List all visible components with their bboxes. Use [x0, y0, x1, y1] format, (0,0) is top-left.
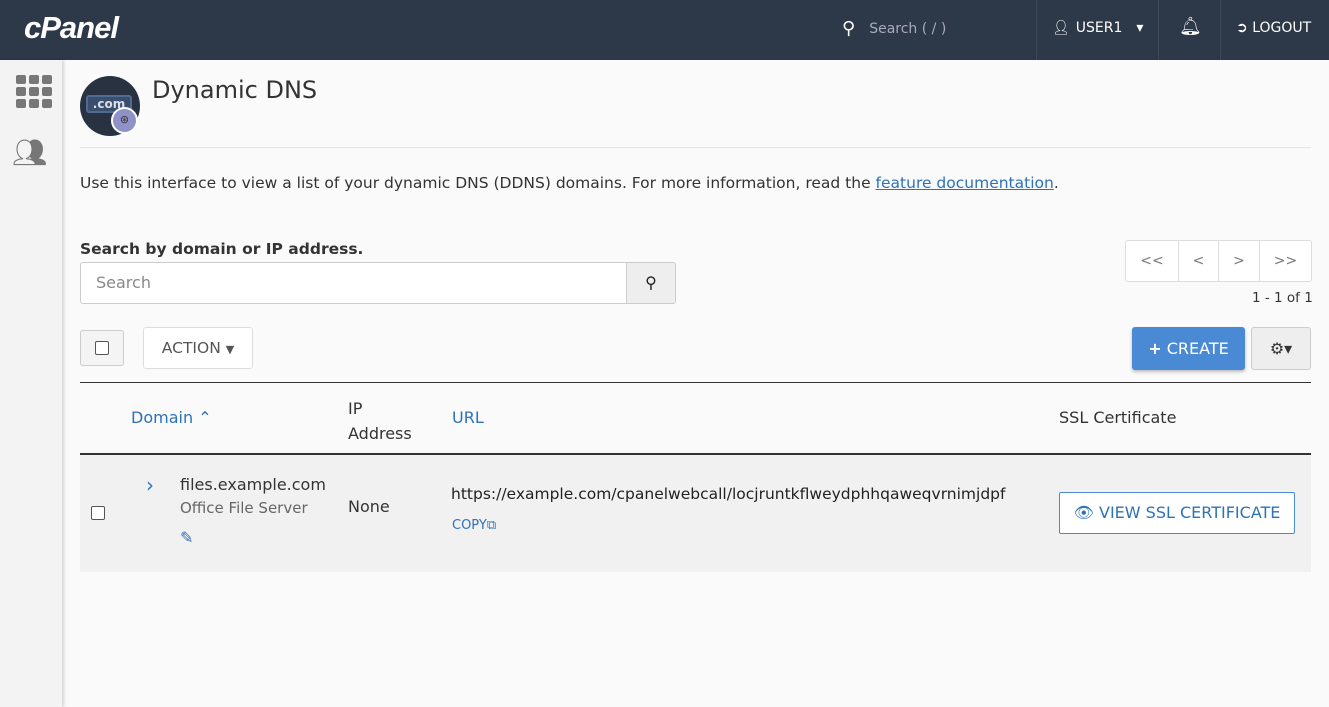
next-page-button[interactable]: >: [1218, 241, 1259, 281]
settings-dropdown[interactable]: ⚙▾: [1251, 327, 1311, 370]
dynamic-dns-icon: .com ⊛: [80, 76, 140, 136]
search-button[interactable]: ⚲: [626, 262, 676, 304]
description-end: .: [1054, 174, 1059, 192]
user-menu[interactable]: 👤︎ USER1 ▾: [1052, 20, 1143, 36]
caret-down-icon: ▾: [1136, 20, 1143, 36]
header-search-input[interactable]: Search ( / ): [869, 21, 946, 37]
domain-description: Office File Server: [180, 499, 308, 517]
logout-label: LOGOUT: [1252, 20, 1311, 36]
prev-page-button[interactable]: <: [1178, 241, 1218, 281]
divider: [1036, 0, 1037, 60]
checkbox[interactable]: [95, 341, 109, 355]
search-input[interactable]: Search: [80, 262, 627, 304]
ip-column-header: IP Address: [348, 396, 423, 446]
divider: [80, 147, 1311, 148]
eye-icon: 👁︎: [1074, 503, 1094, 522]
user-icon: 👤︎: [1052, 20, 1070, 36]
description-text: Use this interface to view a list of you…: [80, 174, 876, 192]
ssl-button-label: VIEW SSL CERTIFICATE: [1099, 503, 1280, 522]
action-dropdown[interactable]: ACTION ▼: [143, 327, 253, 369]
chevron-up-icon: ⌃: [198, 408, 211, 427]
expand-chevron-icon[interactable]: ›: [146, 473, 154, 497]
user-name: USER1: [1076, 20, 1123, 36]
first-page-button[interactable]: <<: [1126, 241, 1178, 281]
users-icon[interactable]: 👥︎: [12, 136, 48, 169]
domain-header-label: Domain: [131, 408, 193, 427]
search-label: Search by domain or IP address.: [80, 240, 363, 258]
pagination: << < > >>: [1125, 240, 1312, 282]
select-all-checkbox[interactable]: [80, 330, 124, 366]
row-checkbox[interactable]: [91, 506, 105, 520]
domain-column-header[interactable]: Domain ⌃: [131, 408, 212, 427]
cpanel-logo[interactable]: cPanel: [24, 10, 118, 46]
feature-documentation-link[interactable]: feature documentation: [876, 174, 1054, 192]
gear-icon: ⚙▾: [1270, 339, 1292, 358]
create-button[interactable]: + CREATE: [1132, 327, 1245, 370]
pencil-icon[interactable]: ✎: [180, 528, 193, 547]
action-label: ACTION: [162, 339, 221, 357]
page-info: 1 - 1 of 1: [1252, 290, 1313, 306]
logout-icon: ➲: [1236, 20, 1248, 36]
apps-grid-icon[interactable]: [16, 75, 52, 108]
ssl-column-header: SSL Certificate: [1059, 408, 1176, 427]
copy-label: COPY: [452, 518, 487, 533]
url-column-header[interactable]: URL: [452, 408, 484, 427]
router-icon: ⊛: [111, 107, 138, 134]
table-header: Domain ⌃ IP Address URL SSL Certificate: [80, 382, 1311, 455]
divider: [1158, 0, 1159, 60]
search-icon: ⚲: [645, 273, 657, 292]
view-ssl-certificate-button[interactable]: 👁︎ VIEW SSL CERTIFICATE: [1059, 492, 1295, 534]
copy-button[interactable]: COPY⧉: [452, 518, 496, 533]
logout-button[interactable]: ➲ LOGOUT: [1236, 20, 1311, 36]
copy-icon: ⧉: [487, 518, 496, 533]
ddns-url: https://example.com/cpanelwebcall/locjru…: [451, 485, 1005, 503]
search-icon: ⚲: [842, 18, 855, 39]
ip-address: None: [348, 497, 390, 516]
domain-name: files.example.com: [180, 475, 326, 494]
bell-icon[interactable]: 🔔︎: [1179, 16, 1202, 37]
caret-down-icon: ▼: [226, 343, 234, 356]
top-header: cPanel ⚲ Search ( / ) 👤︎ USER1 ▾ 🔔︎ ➲ LOGO…: [0, 0, 1329, 60]
header-search[interactable]: ⚲ Search ( / ): [842, 18, 946, 39]
page-title: Dynamic DNS: [152, 76, 317, 104]
table-row: › files.example.com Office File Server ✎…: [80, 455, 1311, 572]
plus-icon: +: [1148, 339, 1161, 358]
page-description: Use this interface to view a list of you…: [80, 174, 1059, 192]
divider: [1220, 0, 1221, 60]
last-page-button[interactable]: >>: [1259, 241, 1311, 281]
create-label: CREATE: [1167, 339, 1229, 358]
